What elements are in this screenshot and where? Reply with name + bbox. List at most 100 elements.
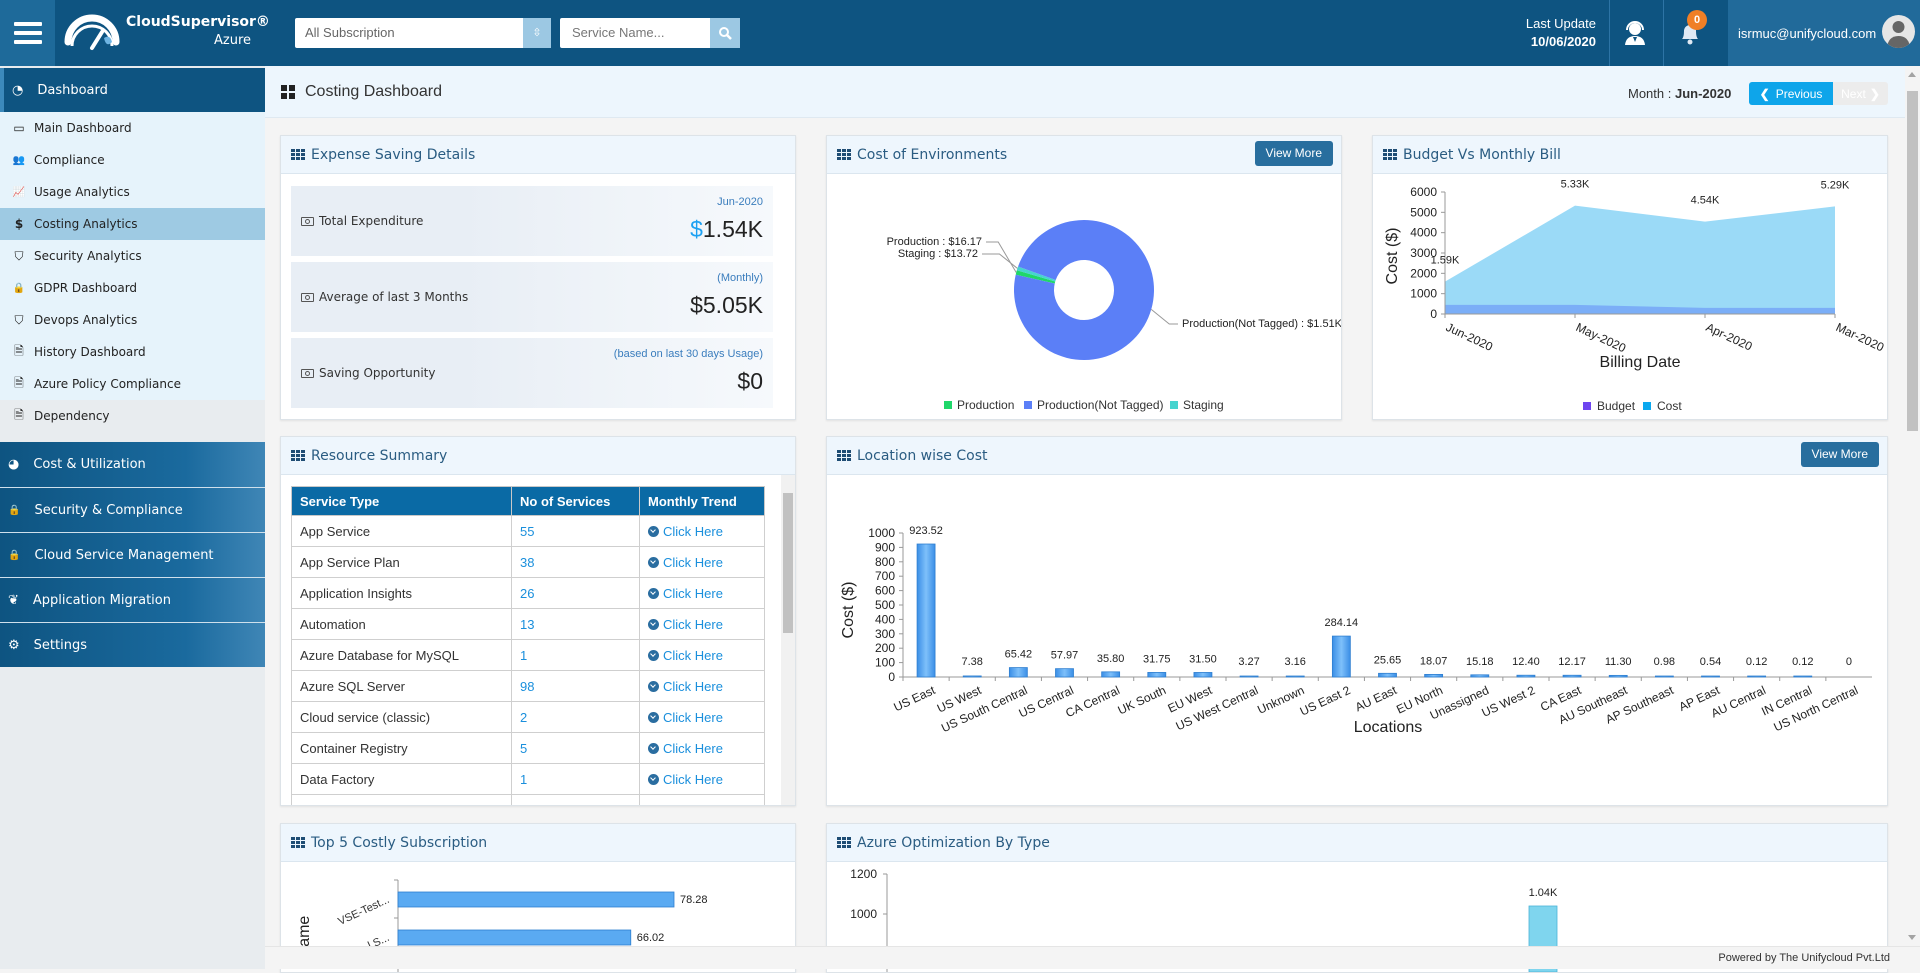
sidebar-item-devops-analytics[interactable]: ⛉ Devops Analytics: [0, 304, 265, 336]
monthly-trend-link[interactable]: Click Here: [639, 763, 765, 795]
bar-ca-central: [1101, 671, 1121, 678]
sidebar-item-security-compliance[interactable]: 🔒 Security & Compliance: [0, 487, 265, 532]
user-menu[interactable]: isrmuc@unifycloud.com: [1728, 0, 1920, 66]
panel-header: Resource Summary: [281, 437, 795, 475]
service-count-link[interactable]: 1: [511, 763, 640, 795]
scrollbar-thumb[interactable]: [1907, 91, 1918, 431]
menu-toggle-button[interactable]: [0, 0, 55, 66]
monthly-trend-link[interactable]: Click Here: [639, 577, 765, 609]
monthly-trend-link[interactable]: Click Here: [639, 515, 765, 547]
sidebar-item-compliance[interactable]: 👥 Compliance: [0, 144, 265, 176]
service-count-link[interactable]: 55: [511, 515, 640, 547]
view-more-button[interactable]: View More: [1254, 141, 1333, 166]
scroll-up-arrow[interactable]: [1908, 72, 1916, 77]
legend-label: Budget: [1597, 399, 1636, 413]
y-tick-label: 800: [875, 555, 895, 569]
sidebar-item-label: Azure Policy Compliance: [34, 377, 181, 391]
sidebar-item-label: GDPR Dashboard: [34, 281, 138, 295]
column-header[interactable]: No of Services: [511, 486, 640, 516]
month-indicator: Month : Jun-2020: [1628, 86, 1731, 101]
sidebar-item-costing-analytics[interactable]: $ Costing Analytics: [0, 208, 265, 240]
data-label: 4.54K: [1691, 195, 1720, 207]
panel-header: Expense Saving Details: [281, 136, 795, 174]
sidebar-item-label: Devops Analytics: [34, 313, 138, 327]
last-update: Last Update 10/06/2020: [1480, 15, 1596, 51]
chevron-circle-down-icon: [648, 649, 659, 661]
bar-us-west-2: [1516, 674, 1536, 678]
service-type-cell: Automation: [291, 608, 512, 640]
column-header[interactable]: Monthly Trend: [639, 486, 765, 516]
service-count-link[interactable]: 98: [511, 670, 640, 702]
x-tick-label: US East: [892, 683, 938, 715]
scrollbar-thumb[interactable]: [783, 493, 793, 633]
data-label: 3.27: [1238, 656, 1259, 668]
monthly-trend-link[interactable]: Click Here: [639, 732, 765, 764]
service-count-link[interactable]: [511, 794, 640, 805]
chevron-circle-down-icon: [648, 618, 659, 630]
monthly-trend-link[interactable]: [639, 794, 765, 805]
panel-header: Top 5 Costly Subscription: [281, 824, 795, 862]
service-type-cell: Data Factory: [291, 763, 512, 795]
bar-subscription: [397, 891, 675, 908]
data-label: 18.07: [1420, 655, 1448, 667]
avatar[interactable]: [1882, 15, 1915, 48]
service-search[interactable]: Service Name...: [560, 18, 740, 48]
brand-name: CloudSupervisor®: [126, 14, 270, 30]
monthly-trend-link[interactable]: Click Here: [639, 670, 765, 702]
search-button[interactable]: [710, 18, 740, 48]
service-count-link[interactable]: 2: [511, 701, 640, 733]
sidebar-item-cloud-service-management[interactable]: 🔒 Cloud Service Management: [0, 532, 265, 577]
previous-month-button[interactable]: ❮ Previous: [1749, 82, 1833, 105]
service-count-link[interactable]: 26: [511, 577, 640, 609]
budget-vs-bill-chart: Cost ($)01000200030004000500060001.59K5.…: [1384, 179, 1886, 413]
monthly-trend-link[interactable]: Click Here: [639, 546, 765, 578]
currency-symbol: $: [690, 292, 703, 318]
scroll-down-arrow[interactable]: [1908, 935, 1916, 940]
sidebar-item-settings[interactable]: ⚙ Settings: [0, 622, 265, 667]
document-icon: 🗎: [14, 375, 24, 390]
view-more-button[interactable]: View More: [1800, 442, 1879, 467]
subscription-select[interactable]: All Subscription ⇳: [295, 18, 551, 48]
sidebar-item-label: Main Dashboard: [34, 121, 132, 135]
data-label: 0.54: [1700, 656, 1721, 668]
data-label: 7.38: [962, 656, 983, 668]
service-type-cell: Azure Database for MySQL: [291, 639, 512, 671]
page-scrollbar[interactable]: [1905, 66, 1920, 946]
next-month-button[interactable]: Next ❯: [1833, 82, 1888, 105]
sidebar-item-main-dashboard[interactable]: ▭ Main Dashboard: [0, 112, 265, 144]
sidebar-item-dashboard[interactable]: ◔ Dashboard: [0, 68, 265, 112]
bar-unassigned: [1470, 674, 1490, 678]
panel-title: Resource Summary: [311, 447, 448, 464]
service-count-link[interactable]: 13: [511, 608, 640, 640]
subscription-select-value: All Subscription: [305, 25, 395, 40]
service-count-link[interactable]: 1: [511, 639, 640, 671]
sidebar-item-security-analytics[interactable]: ⛉ Security Analytics: [0, 240, 265, 272]
legend-label: Production: [957, 398, 1014, 412]
monthly-trend-link[interactable]: Click Here: [639, 639, 765, 671]
users-icon: 👥: [12, 154, 26, 166]
grid-icon: [837, 450, 851, 461]
sidebar-item-azure-policy-compliance[interactable]: 🗎 Azure Policy Compliance: [0, 368, 265, 400]
grid-icon: [837, 149, 851, 160]
sidebar-item-history-dashboard[interactable]: 🗎 History Dashboard: [0, 336, 265, 368]
monthly-trend-link[interactable]: Click Here: [639, 701, 765, 733]
monthly-trend-link[interactable]: Click Here: [639, 608, 765, 640]
service-count-link[interactable]: 38: [511, 546, 640, 578]
table-scrollbar[interactable]: [781, 475, 795, 805]
sidebar-item-gdpr-dashboard[interactable]: 🔒 GDPR Dashboard: [0, 272, 265, 304]
column-header[interactable]: Service Type: [291, 486, 512, 516]
panel-title: Azure Optimization By Type: [857, 834, 1050, 851]
line-chart-icon: 📈: [12, 186, 26, 198]
sidebar-item-application-migration[interactable]: ❦ Application Migration: [0, 577, 265, 622]
sidebar-item-cost-utilization[interactable]: ◕ Cost & Utilization: [0, 442, 265, 487]
sidebar-item-usage-analytics[interactable]: 📈 Usage Analytics: [0, 176, 265, 208]
service-type-cell: Container Registry: [291, 732, 512, 764]
support-button[interactable]: [1610, 14, 1660, 52]
bar-eu-west: [1193, 672, 1213, 678]
service-search-input[interactable]: Service Name...: [572, 25, 664, 40]
service-count-link[interactable]: 5: [511, 732, 640, 764]
metric-subtitle: (Monthly): [717, 272, 763, 284]
table-row-partial: [291, 794, 765, 805]
sidebar-item-dependency[interactable]: 🗎 Dependency: [0, 400, 265, 432]
bar-eu-north: [1424, 673, 1444, 678]
